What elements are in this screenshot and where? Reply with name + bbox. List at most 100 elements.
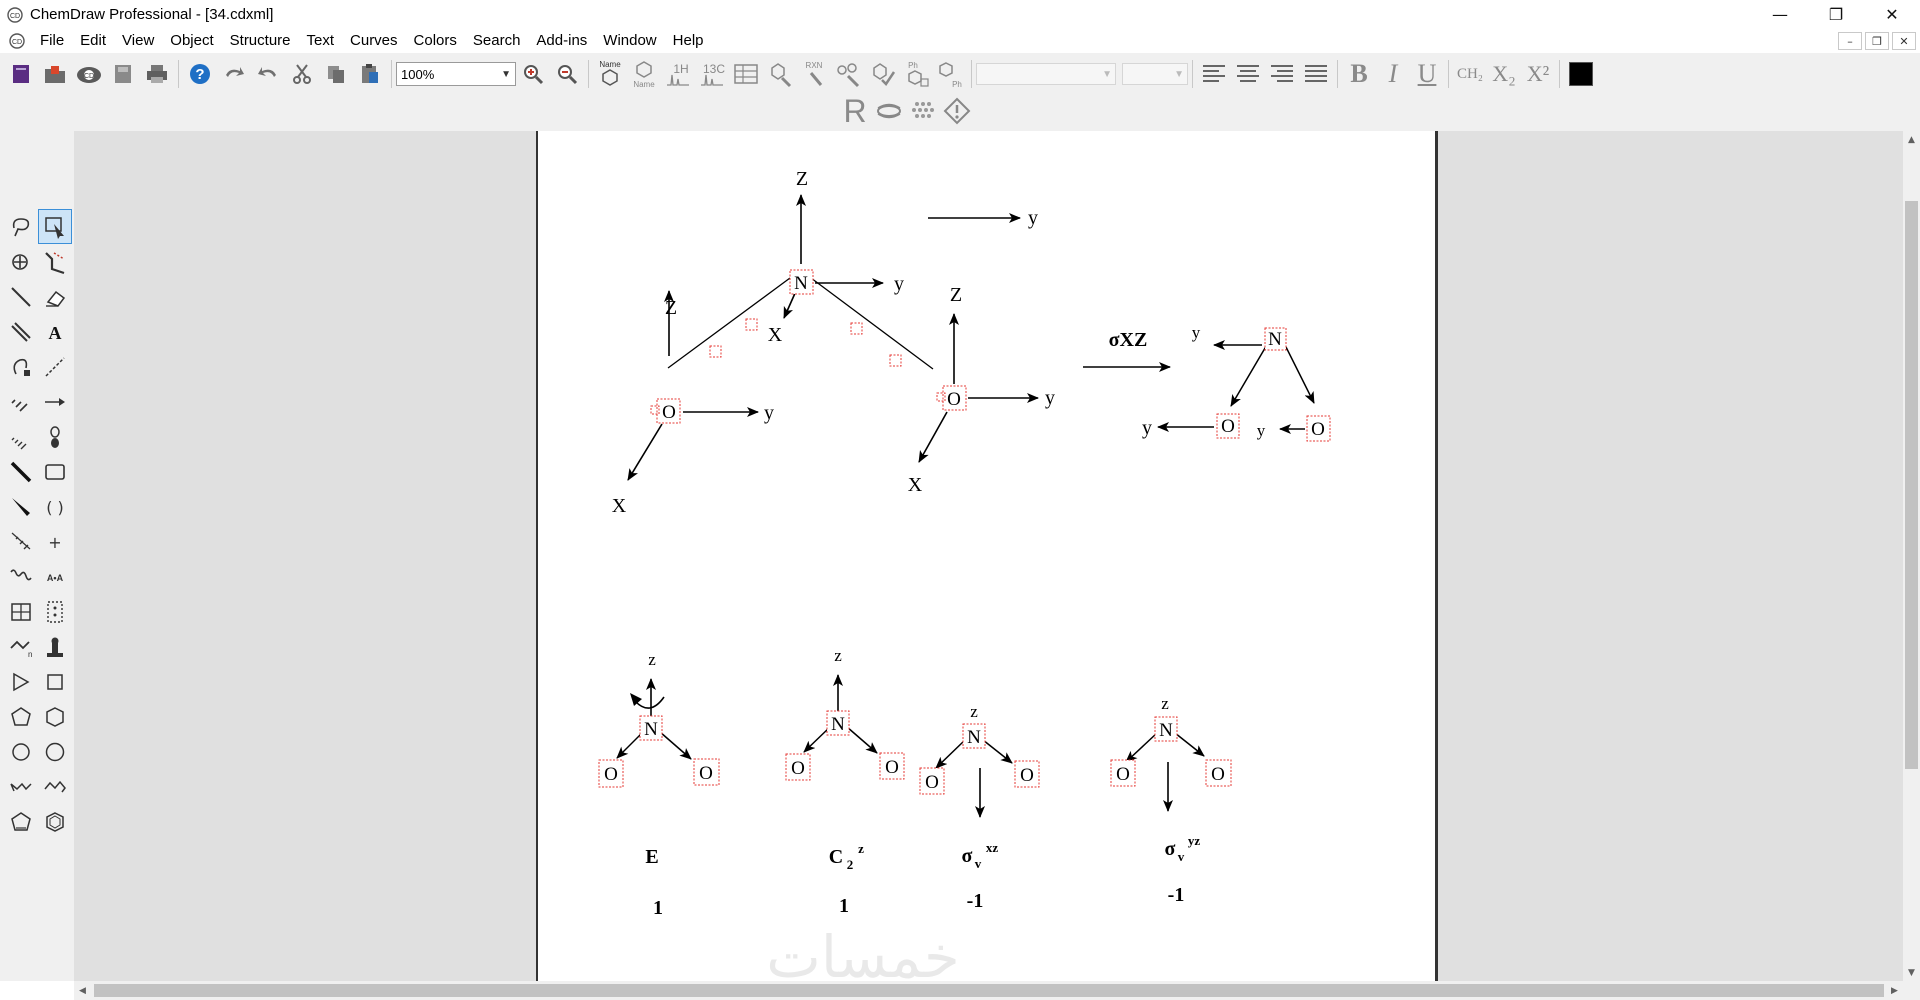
warning-icon[interactable]	[940, 94, 974, 128]
menu-help[interactable]: Help	[665, 29, 712, 53]
eraser-tool-icon[interactable]	[38, 279, 72, 314]
expand-label-icon[interactable]: Ph	[899, 57, 933, 91]
save-icon[interactable]	[106, 57, 140, 91]
vertical-scrollbar[interactable]: ▲ ▼	[1903, 131, 1920, 981]
clean-structure-icon[interactable]	[763, 57, 797, 91]
copy-icon[interactable]	[319, 57, 353, 91]
menu-edit[interactable]: Edit	[72, 29, 114, 53]
menu-window[interactable]: Window	[595, 29, 664, 53]
menu-view[interactable]: View	[114, 29, 162, 53]
wavy-bond-tool-icon[interactable]	[4, 559, 38, 594]
zoom-out-icon[interactable]	[550, 57, 584, 91]
tlc-plate-tool-icon[interactable]	[38, 594, 72, 629]
paste-icon[interactable]	[353, 57, 387, 91]
doc-minimize-button[interactable]: –	[1838, 32, 1862, 50]
dashed-bond-tool-icon[interactable]	[4, 384, 38, 419]
benzene-tool-icon[interactable]	[38, 804, 72, 839]
font-select[interactable]: ▼	[976, 63, 1116, 85]
template-stamp-tool-icon[interactable]	[38, 629, 72, 664]
solid-bond-tool-icon[interactable]	[4, 279, 38, 314]
zoom-select[interactable]: 100% ▼	[396, 62, 516, 86]
bold-button[interactable]: B	[1342, 57, 1376, 91]
minimize-button[interactable]: —	[1752, 0, 1808, 29]
rotate-tool-icon[interactable]	[4, 244, 38, 279]
chemical-properties-icon[interactable]	[729, 57, 763, 91]
predict-1h-nmr-icon[interactable]: 1H	[661, 57, 695, 91]
lasso-tool-icon[interactable]	[4, 209, 38, 244]
drawing-elements-tool-icon[interactable]	[38, 454, 72, 489]
cyclooctane-tool-icon[interactable]	[38, 734, 72, 769]
menu-colors[interactable]: Colors	[406, 29, 465, 53]
cyclopentadiene-tool-icon[interactable]	[4, 804, 38, 839]
italic-button[interactable]: I	[1376, 57, 1410, 91]
query-tool-icon[interactable]: A•A	[38, 559, 72, 594]
align-center-icon[interactable]	[1231, 57, 1265, 91]
r-group-button[interactable]: R	[838, 93, 872, 129]
text-color-button[interactable]	[1564, 57, 1598, 91]
scroll-up-icon[interactable]: ▲	[1903, 131, 1920, 148]
horizontal-scrollbar[interactable]: ◀ ▶	[74, 981, 1903, 1000]
help-icon[interactable]: ?	[183, 57, 217, 91]
mass-fragment-tool-icon[interactable]	[38, 349, 72, 384]
table-tool-icon[interactable]	[4, 594, 38, 629]
zoom-in-icon[interactable]	[516, 57, 550, 91]
new-document-icon[interactable]	[4, 57, 38, 91]
chain-tool-icon[interactable]	[38, 244, 72, 279]
chair-left-tool-icon[interactable]	[4, 769, 38, 804]
document-system-icon[interactable]: CD	[8, 32, 26, 50]
menu-structure[interactable]: Structure	[222, 29, 299, 53]
structure-drawing[interactable]: Z y X y N Z y X O Z y X O σXZ y N y O y …	[538, 131, 1440, 981]
cyclopentane-tool-icon[interactable]	[4, 699, 38, 734]
cyclopropane-tool-icon[interactable]	[4, 664, 38, 699]
pen-tool-icon[interactable]	[4, 349, 38, 384]
chair-right-tool-icon[interactable]	[38, 769, 72, 804]
open-cloud-icon[interactable]: CD	[72, 57, 106, 91]
superscript-button[interactable]: X²	[1521, 57, 1555, 91]
vertical-scroll-thumb[interactable]	[1905, 201, 1918, 769]
hashed-bond-tool-icon[interactable]	[4, 419, 38, 454]
justify-icon[interactable]	[1299, 57, 1333, 91]
formula-button[interactable]: CH₂	[1453, 57, 1487, 91]
bold-bond-tool-icon[interactable]	[4, 454, 38, 489]
scroll-right-icon[interactable]: ▶	[1886, 981, 1903, 1000]
menu-file[interactable]: File	[32, 29, 72, 53]
restore-button[interactable]: ❐	[1808, 0, 1864, 29]
undo-icon[interactable]	[217, 57, 251, 91]
menu-curves[interactable]: Curves	[342, 29, 406, 53]
align-left-icon[interactable]	[1197, 57, 1231, 91]
doc-close-button[interactable]: ✕	[1892, 32, 1916, 50]
brackets-tool-icon[interactable]: ( )	[38, 489, 72, 524]
close-button[interactable]: ✕	[1864, 0, 1920, 29]
menu-object[interactable]: Object	[162, 29, 221, 53]
menu-text[interactable]: Text	[299, 29, 343, 53]
wedge-bond-tool-icon[interactable]	[4, 489, 38, 524]
name-to-structure-icon[interactable]: Name	[593, 57, 627, 91]
font-size-select[interactable]: ▼	[1122, 63, 1188, 85]
structure-to-name-icon[interactable]: Name	[627, 57, 661, 91]
scroll-left-icon[interactable]: ◀	[74, 981, 91, 1000]
clean-biopolymer-icon[interactable]	[831, 57, 865, 91]
cyclohexane-tool-icon[interactable]	[38, 699, 72, 734]
print-icon[interactable]	[140, 57, 174, 91]
drawing-canvas[interactable]: Z y X y N Z y X O Z y X O σXZ y N y O y …	[74, 131, 1903, 981]
surfaces-icon[interactable]	[906, 94, 940, 128]
cycloheptane-tool-icon[interactable]	[4, 734, 38, 769]
marquee-select-tool-icon[interactable]	[38, 209, 72, 244]
hashed-wedge-bond-tool-icon[interactable]	[4, 524, 38, 559]
document-page[interactable]: Z y X y N Z y X O Z y X O σXZ y N y O y …	[536, 131, 1438, 981]
open-document-icon[interactable]	[38, 57, 72, 91]
arrow-tool-icon[interactable]	[38, 384, 72, 419]
underline-button[interactable]: U	[1410, 57, 1444, 91]
menu-search[interactable]: Search	[465, 29, 529, 53]
check-structure-icon[interactable]	[865, 57, 899, 91]
predict-13c-nmr-icon[interactable]: 13C	[695, 57, 729, 91]
scroll-down-icon[interactable]: ▼	[1903, 964, 1920, 981]
stereochemistry-icon[interactable]	[872, 94, 906, 128]
cyclobutane-tool-icon[interactable]	[38, 664, 72, 699]
redo-icon[interactable]	[251, 57, 285, 91]
contract-label-icon[interactable]: Ph	[933, 57, 967, 91]
cut-icon[interactable]	[285, 57, 319, 91]
orbital-tool-icon[interactable]	[38, 419, 72, 454]
multiple-bond-tool-icon[interactable]	[4, 314, 38, 349]
charge-tool-icon[interactable]: +	[38, 524, 72, 559]
